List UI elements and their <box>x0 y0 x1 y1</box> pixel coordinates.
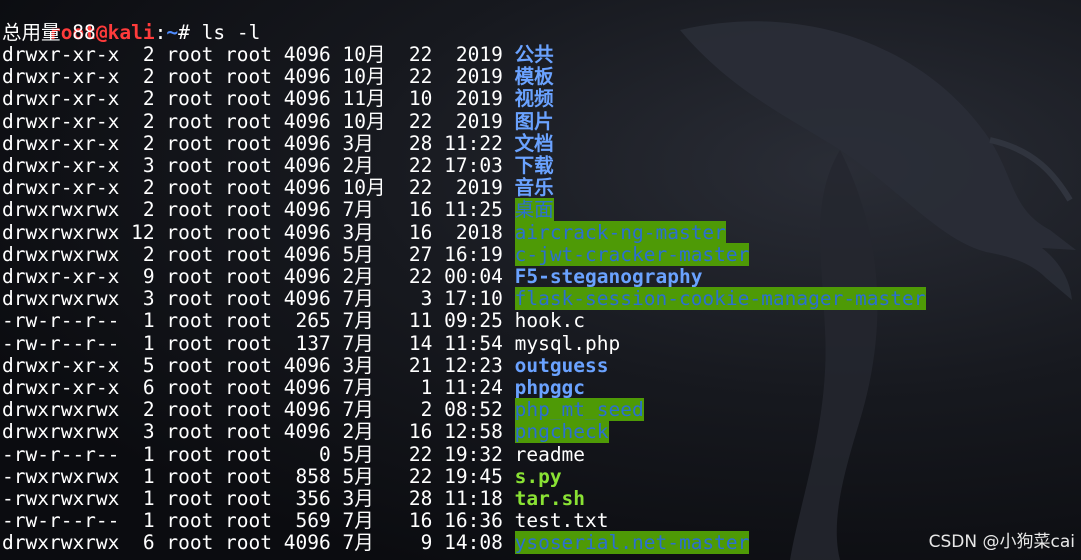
file-name[interactable]: 公共 <box>515 43 554 66</box>
file-meta: -rwxrwxrwx 1 root root 356 3月 28 11:18 <box>2 487 515 510</box>
file-name[interactable]: php_mt_seed <box>514 398 644 422</box>
file-meta: drwxr-xr-x 2 root root 4096 3月 28 11:22 <box>2 131 515 155</box>
file-name[interactable]: c-jwt-cracker-master <box>514 242 750 266</box>
list-item: drwxrwxrwx 3 root root 4096 7月 3 17:10 f… <box>2 287 926 311</box>
list-item: drwxrwxrwx 3 root root 4096 2月 16 12:58 … <box>2 420 609 444</box>
list-item: drwxrwxrwx 2 root root 4096 7月 16 11:25 … <box>2 198 554 222</box>
list-item: -rw-r--r-- 1 root root 137 7月 14 11:54 m… <box>2 331 621 355</box>
file-name[interactable]: outguess <box>515 354 609 377</box>
file-meta: drwxrwxrwx 2 root root 4096 7月 2 08:52 <box>2 398 515 422</box>
file-meta: -rw-r--r-- 1 root root 137 7月 14 11:54 <box>2 331 515 355</box>
terminal-window[interactable]: root@kali:~# ls -l 总用量 88 drwxr-xr-x 2 r… <box>0 0 1081 560</box>
file-meta: drwxr-xr-x 3 root root 4096 2月 22 17:03 <box>2 154 515 177</box>
list-item: drwxr-xr-x 2 root root 4096 10月 22 2019 … <box>2 44 554 66</box>
file-meta: drwxr-xr-x 9 root root 4096 2月 22 00:04 <box>2 265 515 288</box>
file-meta: drwxr-xr-x 2 root root 4096 10月 22 2019 <box>2 176 515 200</box>
file-meta: drwxr-xr-x 2 root root 4096 10月 22 2019 <box>2 43 515 66</box>
file-name[interactable]: readme <box>515 443 585 466</box>
file-meta: drwxr-xr-x 6 root root 4096 7月 1 11:24 <box>2 376 515 399</box>
file-meta: drwxrwxrwx 2 root root 4096 7月 16 11:25 <box>2 198 515 222</box>
csdn-watermark: CSDN @小狗菜cai <box>928 532 1075 552</box>
file-name[interactable]: s.py <box>515 465 562 488</box>
list-item: -rw-r--r-- 1 root root 0 5月 22 19:32 rea… <box>2 442 585 466</box>
file-meta: drwxr-xr-x 5 root root 4096 3月 21 12:23 <box>2 353 515 377</box>
file-meta: drwxrwxrwx 3 root root 4096 2月 16 12:58 <box>2 420 515 444</box>
file-meta: drwxrwxrwx 2 root root 4096 5月 27 16:19 <box>2 242 515 266</box>
list-item: drwxr-xr-x 2 root root 4096 10月 22 2019 … <box>2 109 554 133</box>
file-meta: -rw-r--r-- 1 root root 265 7月 11 09:25 <box>2 309 515 333</box>
list-item: drwxr-xr-x 2 root root 4096 10月 22 2019 … <box>2 66 554 88</box>
list-item: drwxrwxrwx 6 root root 4096 7月 9 14:08 y… <box>2 531 750 555</box>
file-name[interactable]: 下载 <box>515 154 554 177</box>
file-meta: -rwxrwxrwx 1 root root 858 5月 22 19:45 <box>2 464 515 488</box>
list-item: drwxr-xr-x 2 root root 4096 11月 10 2019 … <box>2 88 554 110</box>
file-name[interactable]: 视频 <box>515 87 554 110</box>
list-item: drwxr-xr-x 3 root root 4096 2月 22 17:03 … <box>2 155 554 177</box>
command-text: ls -l <box>201 21 261 44</box>
file-name[interactable]: 音乐 <box>515 176 554 199</box>
list-item: -rwxrwxrwx 1 root root 356 3月 28 11:18 t… <box>2 488 585 510</box>
list-item: drwxr-xr-x 2 root root 4096 10月 22 2019 … <box>2 177 554 199</box>
file-meta: drwxr-xr-x 2 root root 4096 10月 22 2019 <box>2 109 515 133</box>
file-name[interactable]: 文档 <box>515 132 554 155</box>
file-name[interactable]: 图片 <box>515 110 554 133</box>
file-name[interactable]: 桌面 <box>514 198 554 222</box>
file-name[interactable]: hook.c <box>515 309 585 332</box>
file-name[interactable]: aircrack-ng-master <box>514 220 726 244</box>
file-meta: drwxrwxrwx 3 root root 4096 7月 3 17:10 <box>2 287 515 311</box>
prompt-line: root@kali:~# ls -l <box>2 0 260 44</box>
list-item: drwxr-xr-x 6 root root 4096 7月 1 11:24 p… <box>2 377 585 399</box>
list-item: drwxrwxrwx 2 root root 4096 5月 27 16:19 … <box>2 242 750 266</box>
file-name[interactable]: test.txt <box>515 509 609 532</box>
total-line: 总用量 88 <box>2 21 96 44</box>
file-meta: drwxrwxrwx 12 root root 4096 3月 16 2018 <box>2 220 515 244</box>
file-name[interactable]: phpggc <box>515 376 585 399</box>
file-name[interactable]: ysoserial.net-master <box>514 531 750 555</box>
list-item: drwxr-xr-x 5 root root 4096 3月 21 12:23 … <box>2 353 609 377</box>
list-item: -rw-r--r-- 1 root root 265 7月 11 09:25 h… <box>2 310 585 332</box>
file-name[interactable]: mysql.php <box>515 332 621 355</box>
file-meta: drwxr-xr-x 2 root root 4096 10月 22 2019 <box>2 65 515 89</box>
file-name[interactable]: tar.sh <box>515 487 585 510</box>
prompt-separator: : <box>154 21 167 44</box>
file-name[interactable]: pngcheck <box>514 420 609 444</box>
list-item: -rwxrwxrwx 1 root root 858 5月 22 19:45 s… <box>2 464 562 488</box>
file-name[interactable]: 模板 <box>515 65 554 88</box>
list-item: drwxr-xr-x 9 root root 4096 2月 22 00:04 … <box>2 266 702 288</box>
list-item: drwxr-xr-x 2 root root 4096 3月 28 11:22 … <box>2 131 554 155</box>
list-item: -rw-r--r-- 1 root root 569 7月 16 16:36 t… <box>2 510 609 532</box>
prompt-symbol: # <box>178 21 202 44</box>
file-meta: drwxrwxrwx 6 root root 4096 7月 9 14:08 <box>2 531 515 555</box>
file-meta: -rw-r--r-- 1 root root 569 7月 16 16:36 <box>2 509 515 533</box>
file-meta: -rw-r--r-- 1 root root 0 5月 22 19:32 <box>2 442 515 466</box>
kali-dragon-logo-icon <box>680 21 1076 560</box>
file-name[interactable]: flask-session-cookie-manager-master <box>514 287 926 311</box>
prompt-path: ~ <box>166 21 179 44</box>
list-item: drwxrwxrwx 2 root root 4096 7月 2 08:52 p… <box>2 398 644 422</box>
file-name[interactable]: F5-steganography <box>515 265 703 288</box>
list-item: drwxrwxrwx 12 root root 4096 3月 16 2018 … <box>2 220 726 244</box>
file-meta: drwxr-xr-x 2 root root 4096 11月 10 2019 <box>2 87 515 111</box>
